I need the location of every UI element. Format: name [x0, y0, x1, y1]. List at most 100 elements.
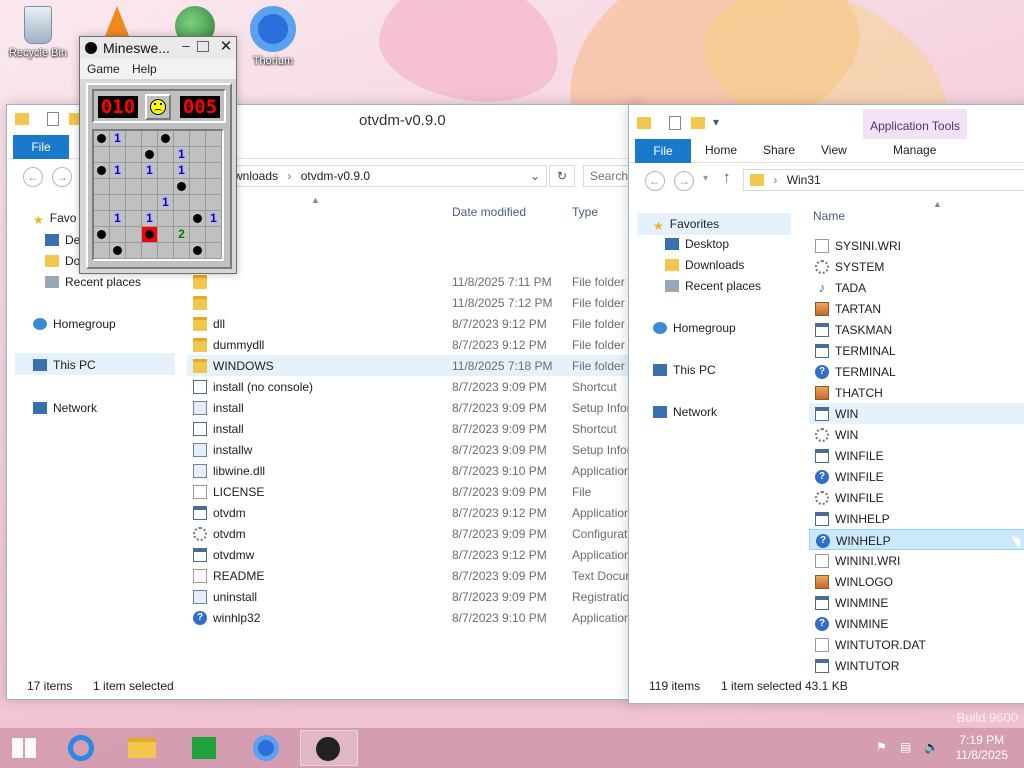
mine-cell[interactable]: 1 [142, 163, 158, 179]
mine-cell-bomb[interactable] [94, 163, 110, 179]
mine-cell-bomb[interactable] [110, 243, 126, 259]
nav-network[interactable]: Network [653, 405, 717, 419]
mine-cell[interactable] [94, 211, 110, 227]
minesweeper-icon[interactable] [300, 730, 358, 766]
mine-cell[interactable] [158, 227, 174, 243]
mine-cell[interactable] [142, 131, 158, 147]
mine-cell[interactable] [126, 211, 142, 227]
column-type[interactable]: Type [572, 205, 598, 219]
vlc-icon[interactable] [82, 6, 152, 39]
file-row[interactable]: ? TERMINAL [809, 361, 1024, 382]
file-explorer-icon[interactable] [116, 730, 168, 766]
file-tab[interactable]: File [635, 139, 691, 163]
mine-cell[interactable]: 2 [174, 227, 190, 243]
file-row[interactable]: ? WINMINE [809, 613, 1024, 634]
mine-cell[interactable]: 1 [110, 163, 126, 179]
mine-cell[interactable] [190, 163, 206, 179]
mine-cell[interactable] [158, 163, 174, 179]
flag-icon[interactable]: ⚑ [876, 740, 890, 754]
mine-cell[interactable] [110, 179, 126, 195]
mine-cell[interactable]: 1 [174, 147, 190, 163]
mine-cell-bomb[interactable] [190, 211, 206, 227]
file-row[interactable]: otvdm 8/7/2023 9:12 PM Application [187, 502, 637, 523]
properties-icon[interactable] [47, 112, 59, 126]
mine-cell[interactable]: 1 [158, 195, 174, 211]
share-tab[interactable]: Share [763, 143, 795, 157]
nav-recent-places[interactable]: Recent places [45, 275, 141, 289]
nav-homegroup[interactable]: Homegroup [653, 321, 736, 335]
back-button[interactable]: ← [23, 167, 43, 187]
file-row[interactable]: WINFILE [809, 445, 1024, 466]
forward-button[interactable]: → [674, 171, 694, 191]
mine-cell[interactable] [174, 131, 190, 147]
start-button[interactable] [0, 730, 48, 766]
volume-muted-icon[interactable]: 🔈 [924, 740, 939, 754]
file-row[interactable]: install 8/7/2023 9:09 PM Shortcut [187, 418, 637, 439]
mine-cell[interactable] [158, 243, 174, 259]
file-row[interactable]: WINHELP [809, 508, 1024, 529]
mine-cell[interactable] [126, 179, 142, 195]
mine-cell-bomb[interactable] [94, 227, 110, 243]
nav-homegroup[interactable]: Homegroup [33, 317, 116, 331]
address-bar[interactable]: wnloads › otvdm-v0.9.0 ⌄ [227, 165, 547, 187]
mine-cell[interactable] [190, 227, 206, 243]
minesweeper-window[interactable]: Mineswe... – ✕ Game Help 010 005 1111111… [79, 36, 237, 274]
mine-cell[interactable] [126, 227, 142, 243]
file-row[interactable]: SYSINI.WRI [809, 235, 1024, 256]
file-row[interactable]: otvdmw 8/7/2023 9:12 PM Application [187, 544, 637, 565]
mine-cell[interactable] [190, 195, 206, 211]
maximize-button[interactable] [197, 41, 209, 52]
file-row[interactable]: LICENSE 8/7/2023 9:09 PM File [187, 481, 637, 502]
mine-cell[interactable] [158, 179, 174, 195]
title-bar[interactable]: ▾ Application Tools [629, 105, 1024, 139]
mine-cell[interactable] [190, 179, 206, 195]
menu-game[interactable]: Game [87, 62, 120, 76]
mine-cell[interactable] [190, 131, 206, 147]
mine-cell[interactable] [94, 179, 110, 195]
close-button[interactable]: ✕ [217, 37, 235, 55]
mine-cell[interactable] [158, 211, 174, 227]
mine-cell[interactable] [206, 163, 222, 179]
mine-cell[interactable] [110, 195, 126, 211]
file-row[interactable]: SYSTEM [809, 256, 1024, 277]
mine-cell[interactable] [142, 243, 158, 259]
address-bar[interactable]: › Win31 [743, 169, 1024, 191]
nav-desktop[interactable]: Desktop [665, 237, 729, 251]
new-folder-icon[interactable] [691, 117, 705, 129]
file-row[interactable]: README 8/7/2023 9:09 PM Text Docur [187, 565, 637, 586]
mine-cell[interactable]: 1 [206, 211, 222, 227]
file-row[interactable]: ? WINFILE [809, 466, 1024, 487]
mine-cell[interactable] [94, 195, 110, 211]
mine-cell-exploded[interactable] [142, 227, 158, 243]
face-button[interactable] [145, 94, 171, 120]
file-row[interactable]: installw 8/7/2023 9:09 PM Setup Infor [187, 439, 637, 460]
home-tab[interactable]: Home [705, 143, 737, 157]
mine-cell[interactable] [158, 147, 174, 163]
file-row[interactable]: ? WINHELP [809, 529, 1024, 550]
nav-favorites[interactable]: ★ Favorites [637, 213, 791, 235]
file-tab[interactable]: File [13, 135, 69, 159]
mine-cell[interactable] [94, 243, 110, 259]
mine-cell[interactable] [126, 147, 142, 163]
file-row[interactable]: otvdm 8/7/2023 9:09 PM Configurat [187, 523, 637, 544]
mine-cell[interactable]: 1 [110, 211, 126, 227]
nav-network[interactable]: Network [33, 401, 97, 415]
nav-this-pc[interactable]: This PC [15, 353, 175, 375]
mine-cell[interactable] [190, 147, 206, 163]
file-row[interactable]: TASKMAN [809, 319, 1024, 340]
menu-help[interactable]: Help [132, 62, 157, 76]
thorium-icon[interactable] [240, 730, 292, 766]
file-row[interactable]: dummydll 8/7/2023 9:12 PM File folder [187, 334, 637, 355]
mine-cell[interactable] [126, 243, 142, 259]
column-date-modified[interactable]: Date modified [452, 205, 526, 219]
mine-cell-bomb[interactable] [174, 179, 190, 195]
mine-cell-bomb[interactable] [158, 131, 174, 147]
thorium-browser-icon[interactable]: Thorium [238, 6, 308, 67]
chevron-down-icon[interactable]: ⌄ [530, 166, 540, 186]
mine-cell[interactable] [206, 195, 222, 211]
file-row[interactable]: WININI.WRI [809, 550, 1024, 571]
file-row[interactable]: TERMINAL [809, 340, 1024, 361]
file-row[interactable]: install (no console) 8/7/2023 9:09 PM Shor… [187, 376, 637, 397]
file-row[interactable]: WINLOGO [809, 571, 1024, 592]
title-bar[interactable]: Mineswe... – ✕ [80, 37, 236, 59]
